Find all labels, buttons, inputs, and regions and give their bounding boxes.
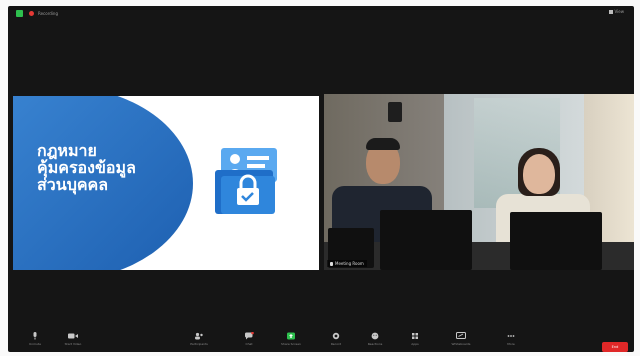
whiteboards-button[interactable]: Whiteboards bbox=[446, 332, 476, 346]
meeting-toolbar: Unmute Start Video Participants Chat Sha… bbox=[8, 320, 634, 352]
participants-icon bbox=[195, 332, 203, 340]
top-bar: Recording View bbox=[8, 6, 634, 20]
participants-button[interactable]: Participants bbox=[184, 332, 214, 346]
video-camera-icon bbox=[68, 333, 78, 339]
apps-icon bbox=[412, 333, 418, 339]
microphone-icon bbox=[33, 332, 37, 340]
start-video-label: Start Video bbox=[64, 342, 82, 346]
wall-speaker bbox=[388, 102, 402, 122]
recording-dot-icon bbox=[29, 10, 34, 16]
meeting-window: Recording View กฎหมาย คุ้มครองข้อมูล ส่ว… bbox=[8, 6, 634, 352]
more-label: More bbox=[507, 342, 515, 346]
record-button[interactable]: Record bbox=[321, 332, 351, 346]
apps-button[interactable]: Apps bbox=[400, 332, 430, 346]
shared-slide-tile[interactable]: กฎหมาย คุ้มครองข้อมูล ส่วนบุคคล bbox=[13, 96, 319, 270]
reactions-icon bbox=[371, 332, 379, 340]
participant-name-tag: Meeting Room bbox=[327, 260, 367, 267]
slide-title-line-3: ส่วนบุคคล bbox=[37, 175, 109, 194]
start-video-button[interactable]: Start Video bbox=[58, 332, 88, 346]
screenshot-frame: Recording View กฎหมาย คุ้มครองข้อมูล ส่ว… bbox=[0, 0, 640, 356]
reactions-button[interactable]: Reactions bbox=[360, 332, 390, 346]
share-screen-button[interactable]: Share Screen bbox=[276, 332, 306, 346]
apps-label: Apps bbox=[411, 342, 419, 346]
record-icon bbox=[332, 332, 340, 340]
share-screen-label: Share Screen bbox=[281, 342, 301, 346]
id-card-lock-icon bbox=[215, 148, 277, 214]
more-button[interactable]: More bbox=[496, 332, 526, 346]
record-label: Record bbox=[330, 342, 342, 346]
unmute-button[interactable]: Unmute bbox=[20, 332, 50, 346]
reactions-label: Reactions bbox=[367, 342, 383, 346]
laptop-right bbox=[510, 212, 602, 270]
grid-view-icon bbox=[608, 9, 613, 14]
slide-title-line-2: คุ้มครองข้อมูล bbox=[37, 158, 136, 177]
chat-label: Chat bbox=[245, 342, 253, 346]
view-button[interactable]: View bbox=[608, 9, 625, 14]
participants-label: Participants bbox=[190, 342, 208, 346]
slide-title: กฎหมาย คุ้มครองข้อมูล ส่วนบุคคล bbox=[37, 142, 177, 193]
chat-icon bbox=[245, 332, 254, 340]
camera-video-tile[interactable]: Meeting Room bbox=[324, 94, 634, 270]
mic-icon bbox=[330, 261, 333, 266]
recording-label: Recording bbox=[38, 10, 59, 16]
view-label: View bbox=[614, 9, 625, 14]
share-screen-icon bbox=[287, 332, 295, 340]
slide-title-line-1: กฎหมาย bbox=[37, 141, 97, 160]
whiteboards-label: Whiteboards bbox=[451, 342, 471, 346]
chat-button[interactable]: Chat bbox=[234, 332, 264, 346]
participant-name: Meeting Room bbox=[335, 261, 364, 266]
end-meeting-button[interactable]: End bbox=[602, 342, 628, 352]
more-icon bbox=[507, 335, 515, 337]
whiteboard-icon bbox=[456, 332, 466, 339]
security-shield-icon[interactable] bbox=[16, 9, 23, 17]
unmute-label: Unmute bbox=[29, 342, 41, 346]
laptop-center bbox=[380, 210, 472, 270]
